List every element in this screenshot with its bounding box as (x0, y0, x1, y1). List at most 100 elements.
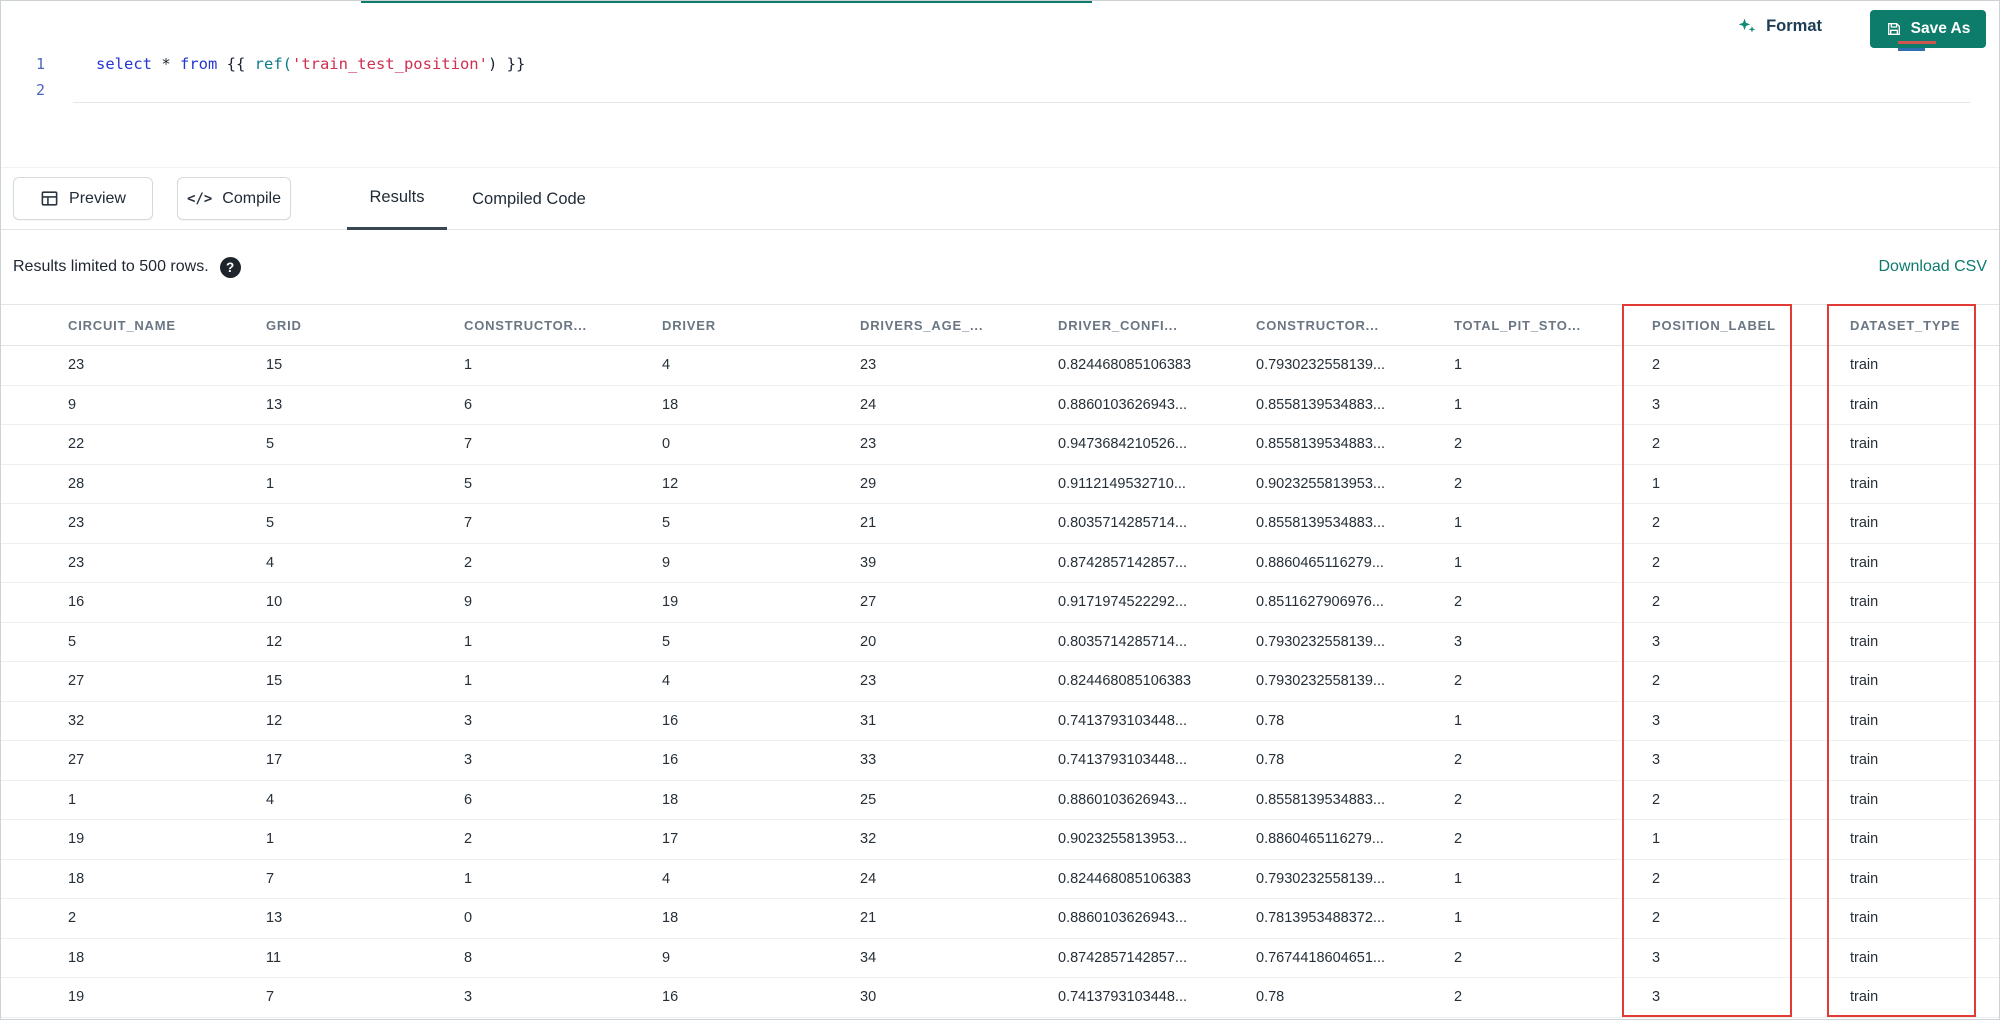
table-cell: 4 (662, 357, 671, 374)
table-cell: 0.8035714285714... (1058, 633, 1188, 650)
minimap-blue-segment (1898, 48, 1925, 51)
table-cell: 23 (68, 357, 85, 374)
results-limit-text: Results limited to 500 rows. (13, 258, 209, 275)
sql-token-string-argument: 'train_test_position' (291, 55, 488, 73)
table-cell: 4 (662, 673, 671, 690)
table-cell: 2 (1652, 594, 1661, 611)
table-cell: 9 (464, 594, 473, 611)
tab-compiled-code[interactable]: Compiled Code (467, 168, 591, 230)
table-cell: 6 (464, 791, 473, 808)
table-cell: train (1850, 436, 1879, 453)
table-cell: 0.9023255813953... (1256, 475, 1386, 492)
table-cell: 2 (1454, 791, 1463, 808)
table-cell: 0.8511627906976... (1256, 594, 1384, 611)
table-cell: 0.7813953488372... (1256, 910, 1386, 927)
column-header: CIRCUIT_NAME (68, 317, 176, 333)
table-cell: 18 (68, 949, 85, 966)
table-cell: 0.8742857142857... (1058, 949, 1188, 966)
table-cell: train (1850, 475, 1879, 492)
table-grid-icon (40, 189, 59, 208)
table-cell: 15 (266, 673, 283, 690)
table-cell: 1 (464, 673, 473, 690)
table-cell: train (1850, 712, 1879, 729)
preview-button[interactable]: Preview (13, 177, 153, 220)
column-header: DATASET_TYPE (1850, 317, 1961, 333)
table-cell: train (1850, 673, 1879, 690)
sql-token-star-operator: * (152, 55, 180, 73)
table-cell: 2 (1454, 752, 1463, 769)
table-cell: 0.7930232558139... (1256, 870, 1386, 887)
table-cell: 1 (1454, 357, 1463, 374)
table-row: 5 12 1 5 20 0.8035714285714... 0.7930232558139… (0, 622, 2000, 662)
table-cell: 28 (68, 475, 85, 492)
table-cell: 23 (860, 673, 877, 690)
sql-code-line-2[interactable] (96, 77, 1966, 103)
table-cell: 2 (1454, 949, 1463, 966)
table-cell: 0.8860465116279... (1256, 831, 1384, 848)
sql-code-line-1[interactable]: select * from {{ ref('train_test_positio… (96, 51, 525, 77)
table-cell: 12 (662, 475, 679, 492)
table-cell: 39 (860, 554, 877, 571)
table-cell: 0.824468085106383 (1058, 357, 1192, 374)
table-cell: 9 (662, 554, 671, 571)
table-cell: 7 (464, 436, 473, 453)
tab-results[interactable]: Results (347, 168, 447, 230)
table-row: 22 5 7 0 23 0.9473684210526... 0.8558139534883… (0, 425, 2000, 464)
results-info-bar: Results limited to 500 rows. ? Download … (0, 230, 2000, 304)
table-cell: 4 (266, 791, 275, 808)
column-header: DRIVER (662, 317, 716, 333)
compile-button[interactable]: </> Compile (177, 177, 291, 220)
table-cell: 31 (860, 712, 877, 729)
table-cell: 0.7413793103448... (1058, 989, 1188, 1006)
table-row: 19 1 2 17 32 0.9023255813953... 0.886046511627… (0, 820, 2000, 859)
table-cell: 5 (266, 515, 275, 532)
table-cell: 0.78 (1256, 712, 1285, 729)
table-cell: 2 (1652, 515, 1661, 532)
table-cell: 1 (1454, 712, 1463, 729)
table-cell: 24 (860, 396, 877, 413)
table-cell: train (1850, 515, 1879, 532)
table-row: 16 10 9 19 27 0.9171974522292... 0.85116279069… (0, 583, 2000, 622)
column-header: CONSTRUCTOR... (1256, 317, 1379, 333)
sql-token-close-braces: }} (497, 55, 526, 73)
table-cell: 2 (1652, 910, 1661, 927)
download-csv-link[interactable]: Download CSV (1879, 230, 1988, 304)
table-cell: 25 (860, 791, 877, 808)
table-row: 23 5 7 5 21 0.8035714285714... 0.8558139534883… (0, 504, 2000, 543)
table-cell: 23 (860, 357, 877, 374)
sql-token-open-braces: {{ (217, 55, 255, 73)
floppy-disk-icon (1886, 21, 1902, 37)
format-button[interactable]: Format (1737, 16, 1822, 36)
table-cell: 2 (1652, 791, 1661, 808)
table-cell: 32 (860, 831, 877, 848)
table-cell: 0.78 (1256, 752, 1285, 769)
table-cell: 2 (464, 831, 473, 848)
column-header: TOTAL_PIT_STO... (1454, 317, 1581, 333)
table-cell: 16 (662, 712, 679, 729)
table-cell: 2 (1652, 870, 1661, 887)
format-button-label: Format (1766, 16, 1822, 35)
table-cell: train (1850, 633, 1879, 650)
table-cell: 3 (464, 989, 473, 1006)
table-cell: 0.9112149532710... (1058, 475, 1186, 492)
table-cell: 0.78 (1256, 989, 1285, 1006)
table-cell: 5 (662, 515, 671, 532)
table-cell: 7 (266, 989, 275, 1006)
sql-token-keyword-select: select (96, 55, 152, 73)
table-cell: 16 (68, 594, 85, 611)
table-row: 2 13 0 18 21 0.8860103626943... 0.781395348837… (0, 899, 2000, 938)
question-circle-icon[interactable]: ? (219, 256, 241, 278)
table-cell: train (1850, 752, 1879, 769)
table-cell: 6 (464, 396, 473, 413)
table-cell: 29 (860, 475, 877, 492)
table-cell: 33 (860, 752, 877, 769)
table-cell: 3 (1652, 752, 1661, 769)
table-cell: 5 (68, 633, 77, 650)
table-cell: 3 (1454, 633, 1463, 650)
table-cell: train (1850, 396, 1879, 413)
table-cell: 0.8558139534883... (1256, 515, 1386, 532)
table-cell: 2 (1652, 673, 1661, 690)
table-cell: 1 (464, 633, 473, 650)
table-cell: 16 (662, 752, 679, 769)
download-csv-label: Download CSV (1878, 258, 1988, 275)
